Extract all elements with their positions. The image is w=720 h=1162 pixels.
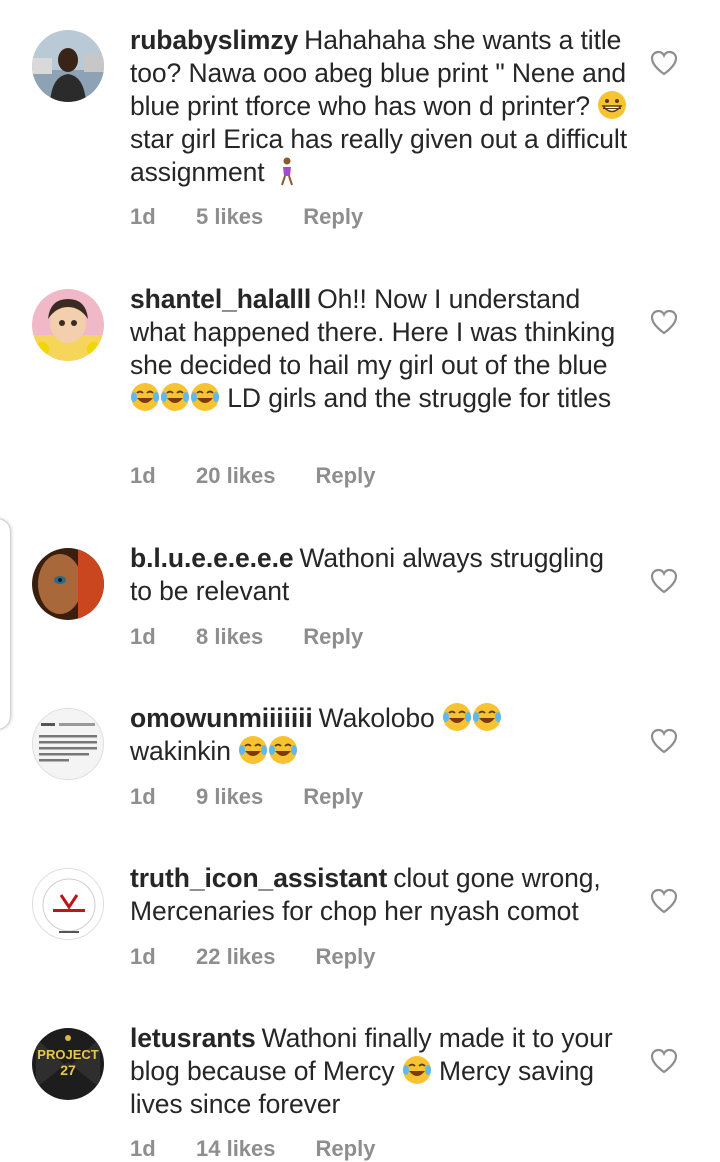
comment-text: rubabyslimzy Hahahaha she wants a title t… [130,25,627,187]
like-heart-icon[interactable] [650,309,678,335]
comment-username[interactable]: shantel_halalll [130,284,311,314]
like-heart-icon[interactable] [650,568,678,594]
comment-meta: 1d 9 likes Reply [130,784,363,810]
comment-username[interactable]: truth_icon_assistant [130,863,387,893]
comment-time: 1d [130,463,156,488]
comment-meta: 1d 14 likes Reply [130,1136,375,1162]
comment-meta: 1d 8 likes Reply [130,624,363,650]
comment-meta: 1d 20 likes Reply [130,463,375,489]
reply-button[interactable]: Reply [316,463,376,489]
tears-of-joy-emoji-icon [238,735,268,765]
likes-count[interactable]: 9 likes [196,784,263,810]
reply-button[interactable]: Reply [316,1136,376,1162]
reply-button[interactable]: Reply [316,944,376,970]
tears-of-joy-emoji-icon [130,382,160,412]
likes-count[interactable]: 20 likes [196,463,276,489]
avatar[interactable] [32,30,104,102]
avatar-logo-text: PROJECT [37,1047,98,1062]
like-heart-icon[interactable] [650,50,678,76]
comment-username[interactable]: rubabyslimzy [130,25,298,55]
tears-of-joy-emoji-icon [190,382,220,412]
reply-button[interactable]: Reply [303,784,363,810]
comment-meta: 1d 22 likes Reply [130,944,375,970]
grinning-emoji-icon [597,90,627,120]
tears-of-joy-emoji-icon [472,702,502,732]
comment-username[interactable]: b.l.u.e.e.e.e.e [130,543,294,573]
comment-time: 1d [130,944,156,969]
avatar[interactable] [32,708,104,780]
comment-username[interactable]: omowunmiiiiiii [130,703,313,733]
tears-of-joy-emoji-icon [402,1055,432,1085]
comment-text: truth_icon_assistant clout gone wrong, Me… [130,863,601,926]
likes-count[interactable]: 22 likes [196,944,276,970]
avatar[interactable]: PROJECT 27 [32,1028,104,1100]
tears-of-joy-emoji-icon [268,735,298,765]
avatar-logo-text: 27 [60,1062,76,1078]
comment-text: omowunmiiiiiii Wakolobo wakinkin [130,702,630,768]
reply-button[interactable]: Reply [303,204,363,230]
like-heart-icon[interactable] [650,1048,678,1074]
likes-count[interactable]: 5 likes [196,204,263,230]
comment-meta: 1d 5 likes Reply [130,204,363,230]
likes-count[interactable]: 14 likes [196,1136,276,1162]
reply-button[interactable]: Reply [303,624,363,650]
comment-username[interactable]: letusrants [130,1023,256,1053]
likes-count[interactable]: 8 likes [196,624,263,650]
like-heart-icon[interactable] [650,728,678,754]
comment-time: 1d [130,204,156,229]
comment-time: 1d [130,1136,156,1161]
side-drawer-handle[interactable] [0,518,11,730]
avatar[interactable] [32,868,104,940]
comment-time: 1d [130,784,156,809]
comment-text: shantel_halalll Oh!! Now I understand wha… [130,284,616,413]
like-heart-icon[interactable] [650,888,678,914]
comment-time: 1d [130,624,156,649]
comment-text: b.l.u.e.e.e.e.e Wathoni always struggling… [130,543,604,606]
tears-of-joy-emoji-icon [160,382,190,412]
avatar[interactable] [32,548,104,620]
tears-of-joy-emoji-icon [442,702,472,732]
avatar[interactable] [32,289,104,361]
comment-text: letusrants Wathoni finally made it to you… [130,1023,613,1119]
walking-woman-emoji-icon [272,156,302,186]
